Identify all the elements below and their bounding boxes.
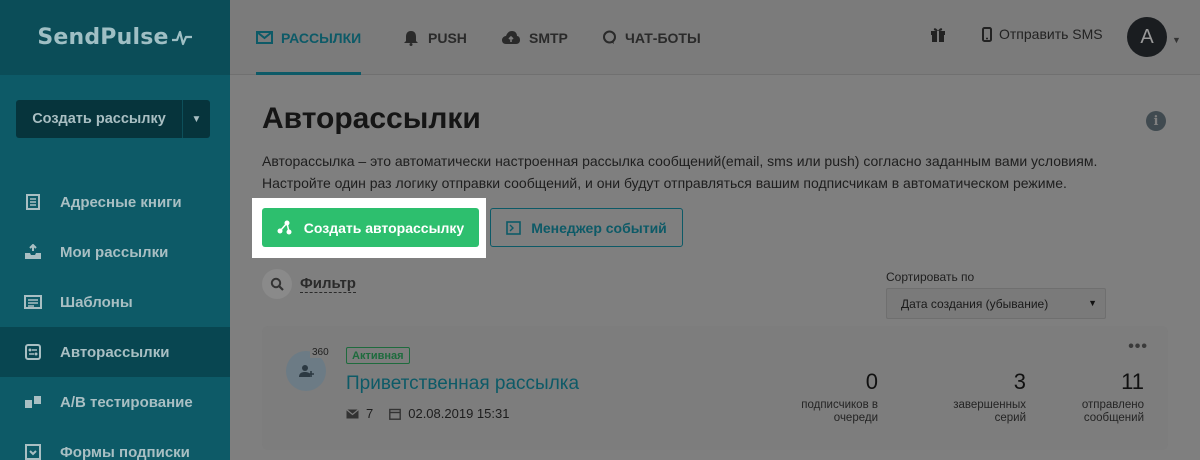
main-content: Авторассылки i Авторассылка – это автома… (230, 76, 1200, 460)
sidebar-item-label: Адресные книги (60, 193, 182, 211)
calendar-icon (389, 408, 402, 420)
stat-label-line: завершенных (953, 399, 1026, 411)
info-icon[interactable]: i (1146, 111, 1166, 131)
filter-toggle[interactable]: Фильтр (262, 269, 356, 299)
autoresponder-title[interactable]: Приветственная рассылка (346, 373, 579, 395)
phone-icon (982, 26, 992, 42)
chevron-down-icon[interactable]: ▼ (182, 100, 210, 138)
ab-test-icon (24, 394, 42, 410)
create-campaign-label[interactable]: Создать рассылку (16, 100, 182, 138)
flow-icon (277, 220, 292, 235)
chat-icon (603, 30, 616, 44)
sidebar-item-label: Формы подписки (60, 443, 190, 460)
gift-icon[interactable] (930, 26, 946, 48)
tab-label: PUSH (428, 29, 467, 46)
messages-count: 7 (366, 406, 374, 421)
logo[interactable]: SendPulse (37, 25, 168, 50)
create-campaign-button[interactable]: Создать рассылку ▼ (16, 100, 210, 138)
stat-value: 3 (1013, 369, 1026, 394)
bell-icon (404, 30, 418, 46)
filter-label[interactable]: Фильтр (300, 275, 356, 293)
sort-label: Сортировать по (886, 270, 975, 284)
automation-icon (24, 344, 42, 360)
stat-value: 0 (865, 369, 878, 394)
sidebar-item-subscription-forms[interactable]: Формы подписки (0, 427, 230, 460)
sidebar-item-address-books[interactable]: Адресные книги (0, 177, 230, 227)
top-navigation: РАССЫЛКИ PUSH SMTP ЧАТ-БОТЫ Отправить SM… (230, 0, 1200, 75)
sidebar-item-autoresponders[interactable]: Авторассылки (0, 327, 230, 377)
search-icon (262, 269, 292, 299)
tab-label: SMTP (529, 29, 568, 46)
send-sms-link[interactable]: Отправить SMS (982, 26, 1103, 42)
stat-label-line: отправлено (1081, 399, 1144, 411)
tab-campaigns[interactable]: РАССЫЛКИ (256, 0, 362, 75)
template-icon (24, 294, 42, 310)
event-manager-icon (506, 220, 522, 235)
page-description: Авторассылка – это автоматически настрое… (262, 150, 1162, 194)
address-book-icon (24, 194, 42, 210)
avatar[interactable]: A (1127, 17, 1167, 57)
subscription-form-icon (24, 444, 42, 460)
sidebar: SendPulse Создать рассылку ▼ Адресные кн… (0, 0, 230, 460)
autoresponder-card[interactable]: 360 Активная Приветственная рассылка 7 0… (262, 326, 1168, 450)
sort-select[interactable]: Дата создания (убывание) ▼ (886, 288, 1106, 319)
stat-label-line: сообщений (1083, 412, 1144, 424)
stat-label: завершенных серий (953, 399, 1026, 425)
tab-chatbots[interactable]: ЧАТ-БОТЫ (602, 0, 701, 75)
tab-smtp[interactable]: SMTP (501, 0, 568, 75)
sidebar-item-ab-testing[interactable]: A/B тестирование (0, 377, 230, 427)
envelope-icon (256, 31, 273, 44)
stat-series: 3 завершенных серий (953, 369, 1026, 425)
pulse-icon (171, 30, 192, 45)
subscriber-count: 360 (310, 347, 331, 358)
tab-label: ЧАТ-БОТЫ (625, 29, 701, 46)
chevron-down-icon[interactable]: ▼ (1172, 35, 1181, 45)
stat-queue: 0 подписчиков в очереди (801, 369, 878, 425)
stat-label: подписчиков в очереди (801, 399, 878, 425)
description-line: Авторассылка – это автоматически настрое… (262, 153, 1098, 169)
description-line: Настройте один раз логику отправки сообщ… (262, 175, 1067, 191)
stat-value: 11 (1121, 369, 1144, 394)
create-autoresponder-button[interactable]: Создать авторассылку (262, 208, 479, 247)
event-manager-label: Менеджер событий (531, 219, 667, 236)
more-options-icon[interactable]: ••• (1128, 338, 1148, 356)
sidebar-item-label: A/B тестирование (60, 393, 193, 411)
card-meta: 7 02.08.2019 15:31 (346, 406, 509, 421)
created-date: 02.08.2019 15:31 (408, 406, 510, 421)
page-title: Авторассылки (262, 102, 481, 135)
stat-label-line: подписчиков в (801, 399, 878, 411)
sidebar-item-label: Авторассылки (60, 343, 170, 361)
sidebar-item-templates[interactable]: Шаблоны (0, 277, 230, 327)
sort-value: Дата создания (убывание) (901, 296, 1049, 311)
sidebar-item-label: Мои рассылки (60, 243, 169, 261)
cloud-upload-icon (502, 31, 520, 44)
sidebar-item-my-campaigns[interactable]: Мои рассылки (0, 227, 230, 277)
send-sms-label: Отправить SMS (999, 26, 1103, 42)
stat-label: отправлено сообщений (1082, 399, 1144, 425)
status-badge: Активная (346, 347, 410, 364)
envelope-icon (346, 408, 359, 418)
chevron-down-icon: ▼ (1088, 298, 1097, 308)
stat-sent: 11 отправлено сообщений (1082, 369, 1144, 425)
sidebar-item-label: Шаблоны (60, 293, 133, 311)
stat-label-line: серий (994, 412, 1026, 424)
tab-push[interactable]: PUSH (402, 0, 467, 75)
stat-label-line: очереди (833, 412, 878, 424)
create-autoresponder-label: Создать авторассылку (303, 219, 465, 236)
event-manager-button[interactable]: Менеджер событий (490, 208, 683, 247)
logo-area: SendPulse (0, 0, 230, 75)
tab-label: РАССЫЛКИ (281, 29, 362, 46)
inbox-icon (24, 244, 42, 260)
